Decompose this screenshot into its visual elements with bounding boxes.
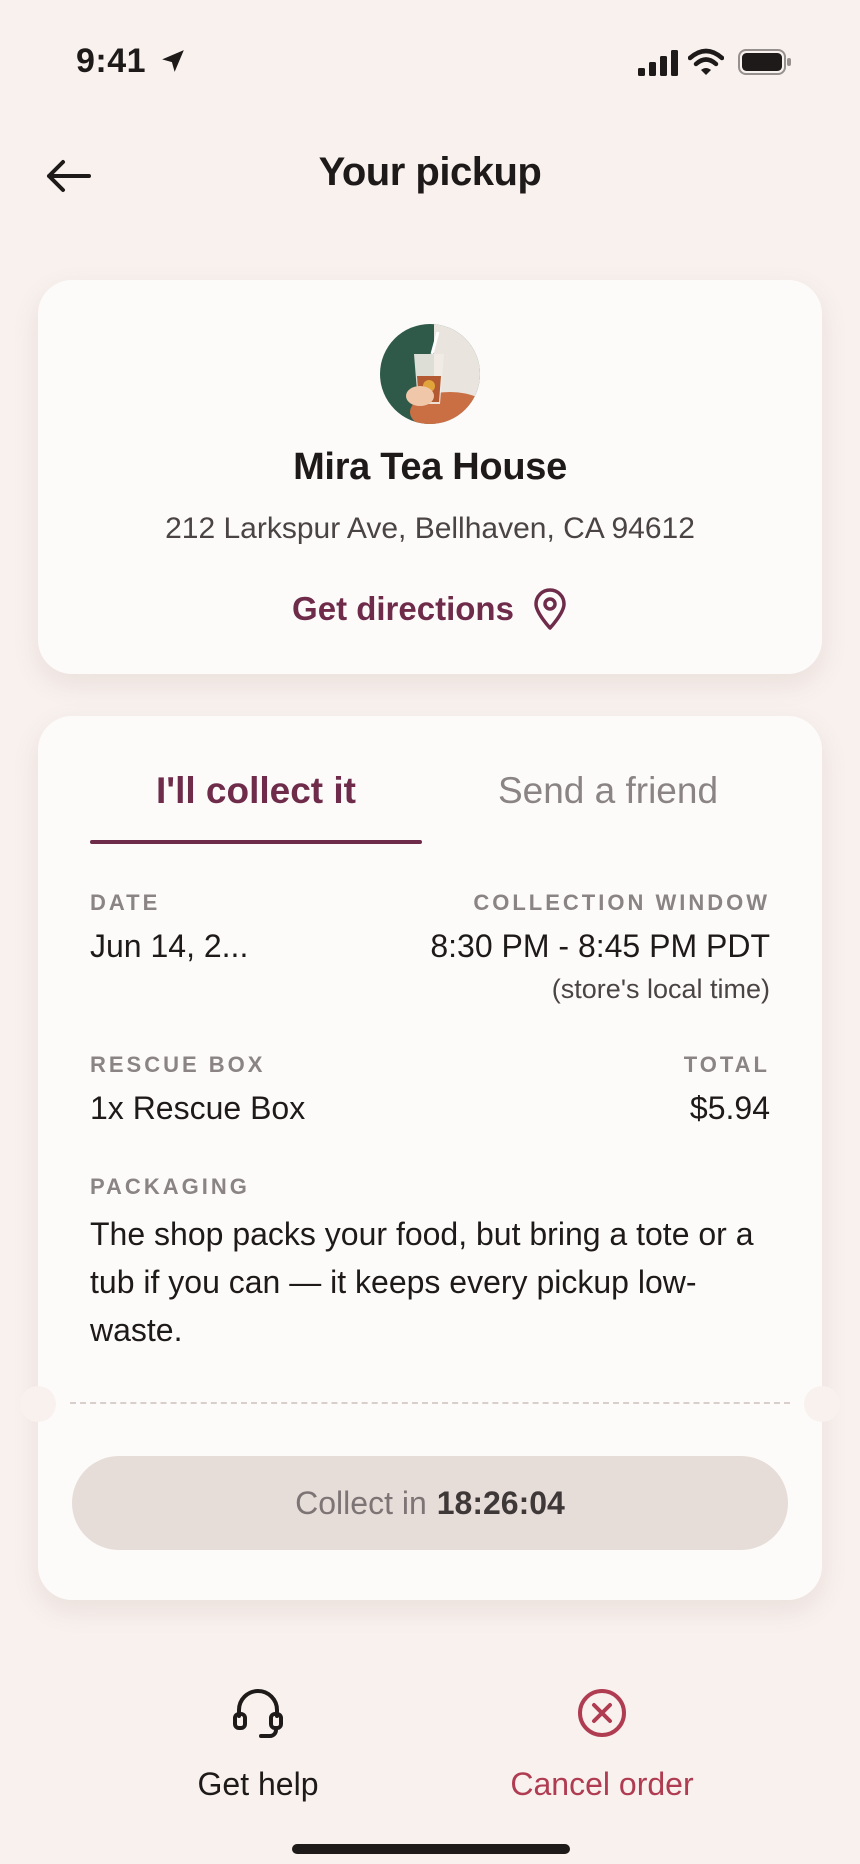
wifi-icon (688, 48, 724, 75)
signal-icon (638, 50, 678, 76)
battery-icon (738, 49, 791, 75)
page-title: Your pickup (318, 150, 542, 194)
order-card: I'll collect it Send a friend DATE Jun 1… (20, 716, 840, 1600)
tab-collect-it[interactable]: I'll collect it (90, 770, 422, 812)
tab-send-a-friend[interactable]: Send a friend (442, 770, 774, 812)
store-avatar (380, 324, 480, 424)
total-label: TOTAL (683, 1052, 770, 1077)
get-help-label: Get help (197, 1766, 319, 1802)
map-pin-icon (534, 588, 566, 630)
total-value: $5.94 (689, 1090, 770, 1126)
collection-window-label: COLLECTION WINDOW (473, 890, 770, 915)
collect-prefix: Collect in (295, 1484, 427, 1521)
cancel-order-label: Cancel order (510, 1766, 694, 1802)
status-bar: 9:41 (0, 0, 860, 120)
cancel-order-button[interactable]: Cancel order (472, 1686, 732, 1803)
store-name: Mira Tea House (293, 446, 567, 488)
status-time: 9:41 (76, 42, 147, 80)
packaging-text: The shop packs your food, but bring a to… (90, 1216, 754, 1348)
get-directions-link[interactable]: Get directions (38, 588, 822, 630)
collect-timer: 18:26:04 (436, 1484, 565, 1521)
store-card: Mira Tea House 212 Larkspur Ave, Bellhav… (38, 280, 822, 674)
store-photo (380, 324, 480, 424)
get-directions-label: Get directions (292, 590, 514, 627)
get-help-button[interactable]: Get help (128, 1686, 388, 1803)
dashed-divider (70, 1402, 790, 1404)
date-label: DATE (90, 890, 161, 915)
collect-countdown-button[interactable]: Collect in 18:26:04 (72, 1456, 788, 1550)
collection-window-note: (store's local time) (551, 974, 770, 1004)
store-address: 212 Larkspur Ave, Bellhaven, CA 94612 (165, 512, 695, 545)
packaging-label: PACKAGING (90, 1174, 250, 1199)
ticket-notch-left (20, 1386, 56, 1422)
location-arrow-icon (162, 50, 184, 72)
active-tab-indicator (90, 840, 422, 844)
rescue-box-value: 1x Rescue Box (90, 1090, 306, 1126)
ticket-notch-right (804, 1386, 840, 1422)
rescue-box-label: RESCUE BOX (90, 1052, 266, 1077)
headset-icon (233, 1689, 283, 1738)
cancel-circle-icon (578, 1689, 626, 1737)
date-value: Jun 14, 2... (90, 928, 249, 964)
collection-window-value: 8:30 PM - 8:45 PM PDT (430, 928, 770, 964)
home-indicator (292, 1844, 570, 1854)
